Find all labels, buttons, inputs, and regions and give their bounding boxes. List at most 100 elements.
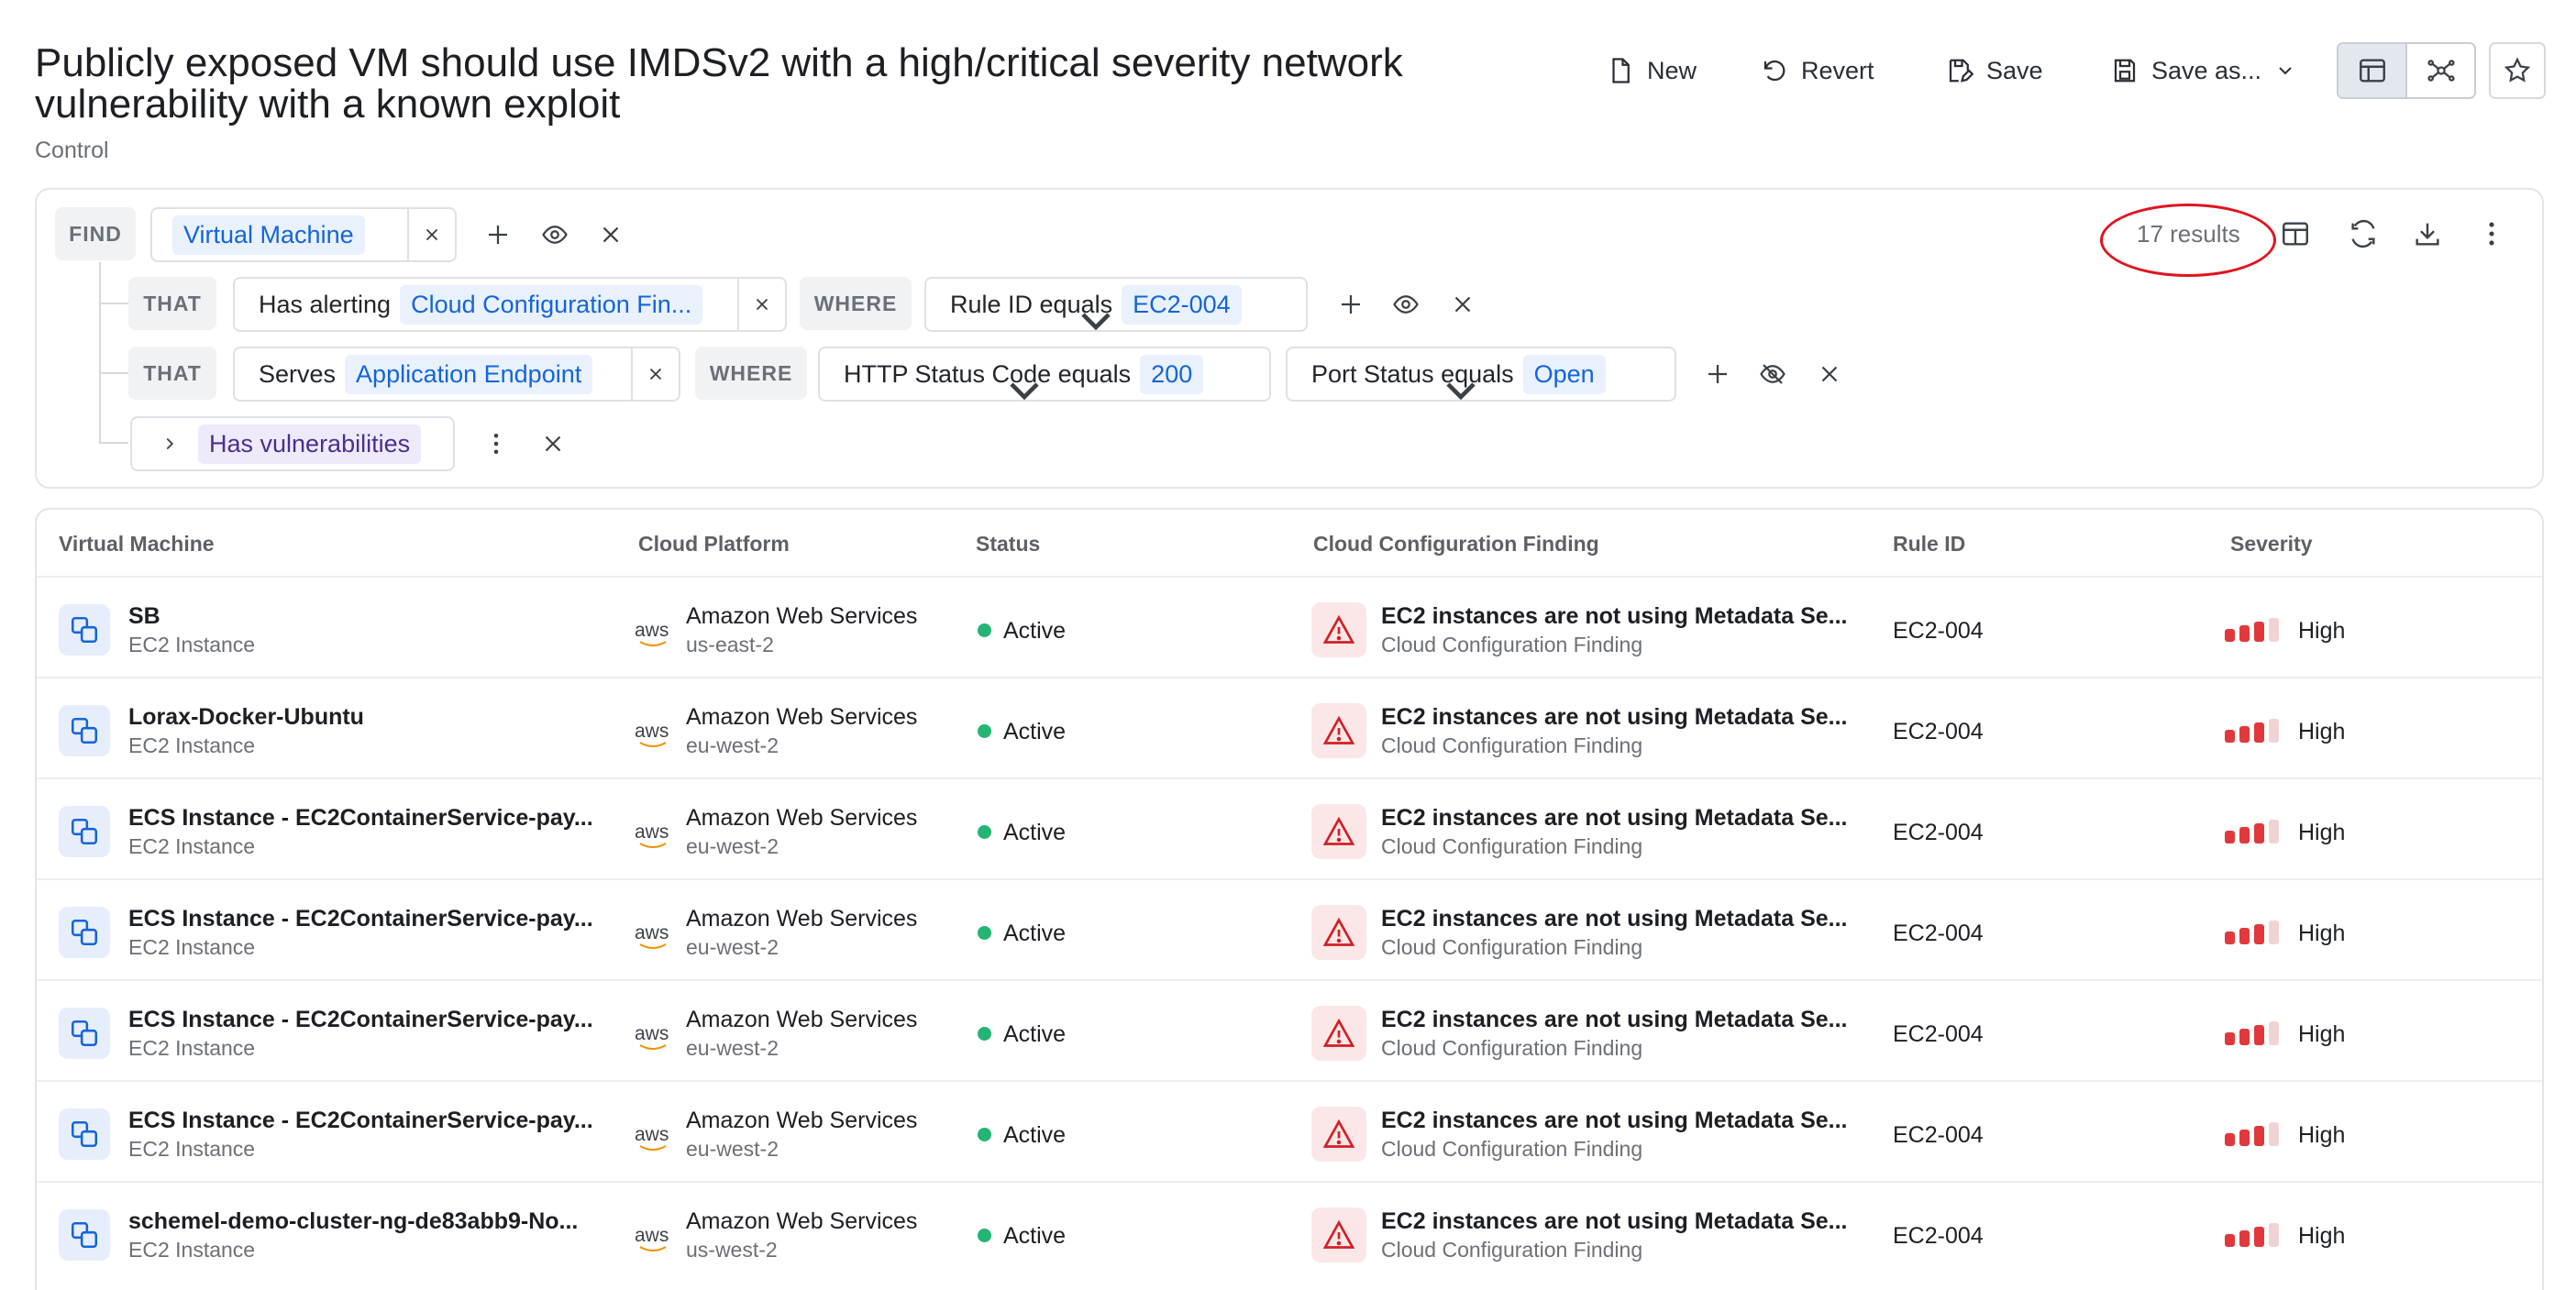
severity-bar [2239, 726, 2250, 743]
tree-connector [99, 262, 128, 304]
new-button[interactable]: New [1607, 42, 1697, 99]
star-icon [2504, 57, 2531, 83]
table-row[interactable]: schemel-demo-cluster-ng-de83abb9-No... EC… [37, 1181, 2542, 1282]
severity-bar [2254, 823, 2264, 843]
virtual-machine-icon [59, 1108, 110, 1160]
remove-group-button[interactable] [539, 430, 567, 458]
column-header-finding[interactable]: Cloud Configuration Finding [1313, 532, 1599, 557]
finding-name[interactable]: EC2 instances are not using Metadata Se.… [1381, 603, 1847, 630]
vm-name[interactable]: schemel-demo-cluster-ng-de83abb9-No... [128, 1208, 578, 1235]
severity-bar [2269, 1223, 2279, 1247]
severity-bar [2269, 1021, 2279, 1045]
eye-icon [1393, 295, 1419, 314]
rule-id-condition-dropdown[interactable]: Rule ID equals EC2-004 [924, 277, 1308, 332]
undo-icon [1763, 60, 1786, 82]
find-entity-field[interactable]: Virtual Machine [150, 207, 457, 262]
table-row[interactable]: SB EC2 Instance aws Amazon Web Services us-e… [37, 576, 2542, 677]
download-button[interactable] [2412, 218, 2443, 249]
status-label: Active [1003, 1122, 1067, 1148]
group-options-button[interactable] [482, 430, 510, 458]
finding-name[interactable]: EC2 instances are not using Metadata Se.… [1381, 906, 1847, 932]
remove-row-button[interactable] [1449, 291, 1476, 318]
close-icon [603, 226, 619, 243]
close-icon [545, 436, 561, 452]
finding-name[interactable]: EC2 instances are not using Metadata Se.… [1381, 1007, 1847, 1033]
cloud-region: eu-west-2 [686, 834, 779, 858]
remove-relation-button[interactable] [631, 348, 679, 400]
finding-name[interactable]: EC2 instances are not using Metadata Se.… [1381, 1208, 1847, 1235]
find-entity-pill: Virtual Machine [172, 215, 365, 255]
save-as-button[interactable]: Save as... [2111, 42, 2296, 99]
remove-find-button[interactable] [597, 221, 625, 248]
column-header-status[interactable]: Status [976, 532, 1040, 557]
column-header-severity[interactable]: Severity [2230, 532, 2313, 557]
toggle-visibility-button[interactable] [1759, 360, 1786, 388]
vm-name[interactable]: ECS Instance - EC2ContainerService-pay..… [128, 906, 593, 932]
remove-find-entity-button[interactable] [407, 209, 455, 260]
severity-indicator [2225, 618, 2283, 642]
favorite-button[interactable] [2489, 42, 2546, 99]
status-label: Active [1003, 921, 1067, 946]
severity-bar [2269, 719, 2279, 743]
graph-view-button[interactable] [2407, 44, 2474, 97]
vm-name[interactable]: Lorax-Docker-Ubuntu [128, 704, 364, 731]
table-row[interactable]: ECS Instance - EC2ContainerService-pay..… [37, 979, 2542, 1080]
severity-label: High [2298, 1021, 2346, 1047]
status-active-dot [978, 1229, 991, 1242]
chevron-down-icon [1081, 313, 1111, 331]
toggle-find-visibility-button[interactable] [541, 221, 569, 248]
severity-bar [2239, 928, 2250, 944]
chevron-down-icon [1010, 382, 1039, 401]
aws-logo-text: aws [635, 1225, 669, 1246]
remove-row-button[interactable] [1816, 360, 1843, 388]
finding-name[interactable]: EC2 instances are not using Metadata Se.… [1381, 1108, 1847, 1134]
revert-button[interactable]: Revert [1761, 42, 1874, 99]
severity-label: High [2298, 820, 2346, 845]
add-find-filter-button[interactable] [484, 221, 512, 248]
status-active-dot [978, 926, 991, 940]
finding-name[interactable]: EC2 instances are not using Metadata Se.… [1381, 704, 1847, 731]
cloud-platform: Amazon Web Services [686, 603, 918, 629]
remove-relation-button[interactable] [737, 279, 785, 330]
rule-id: EC2-004 [1893, 618, 1984, 644]
table-row[interactable]: ECS Instance - EC2ContainerService-pay..… [37, 878, 2542, 979]
revert-button-label: Revert [1801, 56, 1874, 84]
column-header-cloud-platform[interactable]: Cloud Platform [638, 532, 790, 557]
severity-bar [2225, 1133, 2235, 1146]
vm-name[interactable]: ECS Instance - EC2ContainerService-pay..… [128, 1108, 593, 1134]
relation-field-alerting[interactable]: Has alerting Cloud Configuration Fin... [233, 277, 787, 332]
table-view-button[interactable] [2338, 44, 2407, 97]
plus-icon [489, 226, 507, 244]
cloud-region: eu-west-2 [686, 935, 779, 959]
vm-name[interactable]: SB [128, 603, 160, 630]
vm-name[interactable]: ECS Instance - EC2ContainerService-pay..… [128, 805, 593, 832]
port-status-condition-dropdown[interactable]: Port Status equals Open [1286, 347, 1676, 402]
refresh-icon [2351, 219, 2375, 248]
kebab-menu-icon [493, 434, 499, 454]
table-row[interactable]: ECS Instance - EC2ContainerService-pay..… [37, 1080, 2542, 1181]
status-label: Active [1003, 820, 1067, 845]
vulnerabilities-group[interactable]: Has vulnerabilities [130, 416, 455, 471]
columns-button[interactable] [2280, 218, 2311, 249]
table-row[interactable]: Lorax-Docker-Ubuntu EC2 Instance aws Amazon… [37, 677, 2542, 777]
toggle-visibility-button[interactable] [1392, 291, 1420, 318]
column-header-virtual-machine[interactable]: Virtual Machine [59, 532, 215, 557]
column-header-rule-id[interactable]: Rule ID [1893, 532, 1965, 557]
save-button[interactable]: Save [1946, 42, 2043, 99]
add-condition-button[interactable] [1337, 291, 1365, 318]
vm-name[interactable]: ECS Instance - EC2ContainerService-pay..… [128, 1007, 593, 1033]
finding-name[interactable]: EC2 instances are not using Metadata Se.… [1381, 805, 1847, 832]
refresh-button[interactable] [2348, 218, 2379, 249]
save-edit-icon [1949, 59, 1973, 83]
close-icon [1454, 296, 1471, 313]
aws-logo-text: aws [635, 821, 669, 843]
add-condition-button[interactable] [1704, 360, 1731, 388]
http-status-condition-dropdown[interactable]: HTTP Status Code equals 200 [818, 347, 1271, 402]
file-icon [1612, 58, 1630, 83]
more-options-button[interactable] [2476, 218, 2507, 249]
relation-field-serves[interactable]: Serves Application Endpoint [233, 347, 680, 402]
plus-icon [1342, 295, 1360, 314]
finding-type: Cloud Configuration Finding [1381, 1137, 1643, 1161]
severity-label: High [2298, 618, 2346, 644]
table-row[interactable]: ECS Instance - EC2ContainerService-pay..… [37, 777, 2542, 878]
